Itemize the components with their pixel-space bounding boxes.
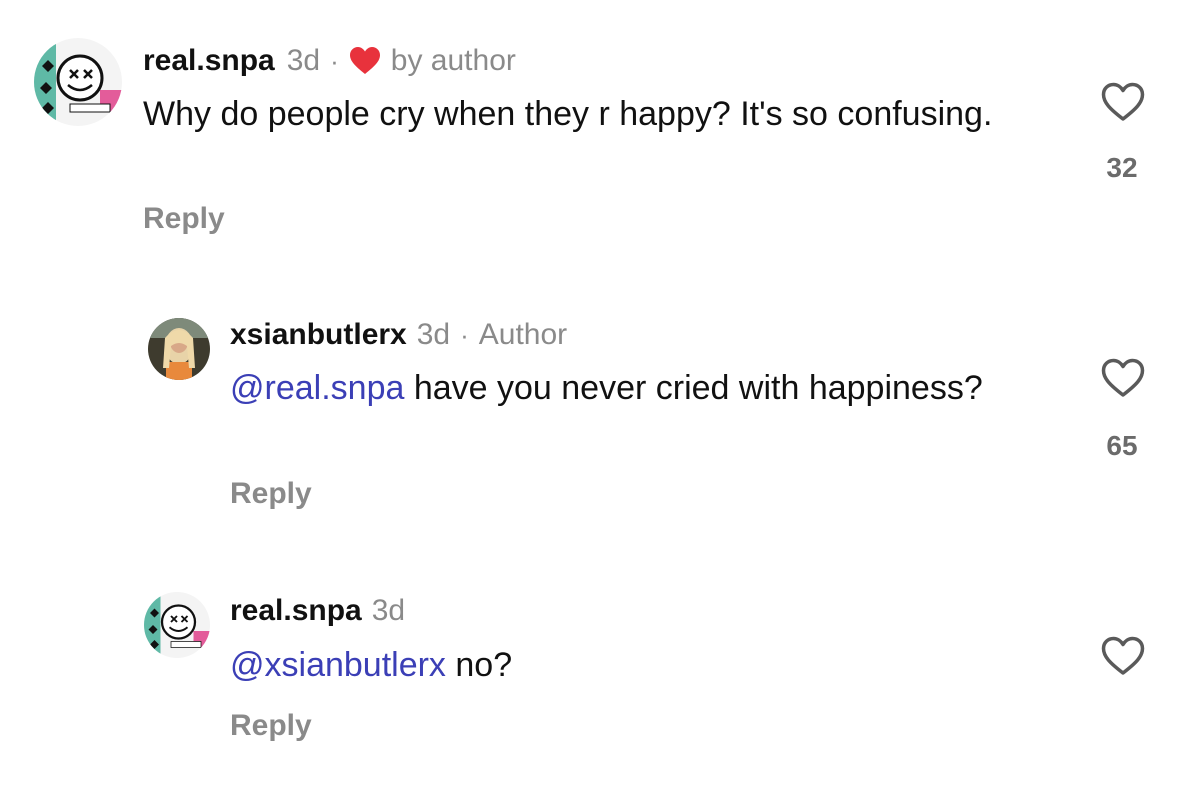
reply-button[interactable]: Reply: [230, 477, 312, 511]
user-avatar[interactable]: [34, 38, 122, 126]
photo-avatar-icon: [148, 318, 210, 380]
reply-button[interactable]: Reply: [143, 202, 225, 236]
liked-heart-icon: [349, 46, 381, 76]
timestamp: 3d: [371, 594, 406, 627]
heart-outline-icon: [1101, 636, 1145, 675]
separator-dot: ·: [330, 46, 339, 76]
comment-text: Why do people cry when they r happy? It'…: [143, 95, 993, 133]
comment-body: no?: [445, 646, 513, 684]
like-button[interactable]: [1101, 636, 1145, 676]
comment-text: @xsianbutlerx no?: [230, 643, 990, 687]
timestamp: 3d: [286, 44, 321, 77]
like-button[interactable]: [1101, 82, 1145, 122]
mention-link[interactable]: @xsianbutlerx: [230, 646, 446, 684]
comment-header: real.snpa 3d: [230, 593, 405, 629]
username[interactable]: real.snpa: [143, 43, 275, 79]
heart-outline-icon: [1101, 358, 1145, 397]
like-button[interactable]: [1101, 358, 1145, 398]
blink-smiley-icon: [34, 38, 122, 126]
blink-smiley-icon: [144, 592, 210, 658]
separator-dot: ·: [460, 320, 469, 350]
timestamp: 3d: [416, 318, 451, 351]
username[interactable]: real.snpa: [230, 593, 362, 629]
username[interactable]: xsianbutlerx: [230, 317, 407, 353]
like-count: 65: [1106, 430, 1138, 461]
reply-button[interactable]: Reply: [230, 709, 312, 743]
comment-header: xsianbutlerx 3d · Author: [230, 317, 567, 353]
liked-by-author-label: by author: [390, 44, 516, 77]
mention-link[interactable]: @real.snpa: [230, 369, 404, 407]
user-avatar[interactable]: [144, 592, 210, 658]
comment-text: @real.snpa have you never cried with hap…: [230, 366, 990, 410]
like-count: 32: [1106, 152, 1138, 183]
comment-body: have you never cried with happiness?: [404, 369, 983, 407]
comment-header: real.snpa 3d · by author: [143, 43, 516, 79]
user-avatar[interactable]: [148, 318, 210, 380]
heart-outline-icon: [1101, 82, 1145, 121]
author-badge: Author: [478, 318, 568, 351]
